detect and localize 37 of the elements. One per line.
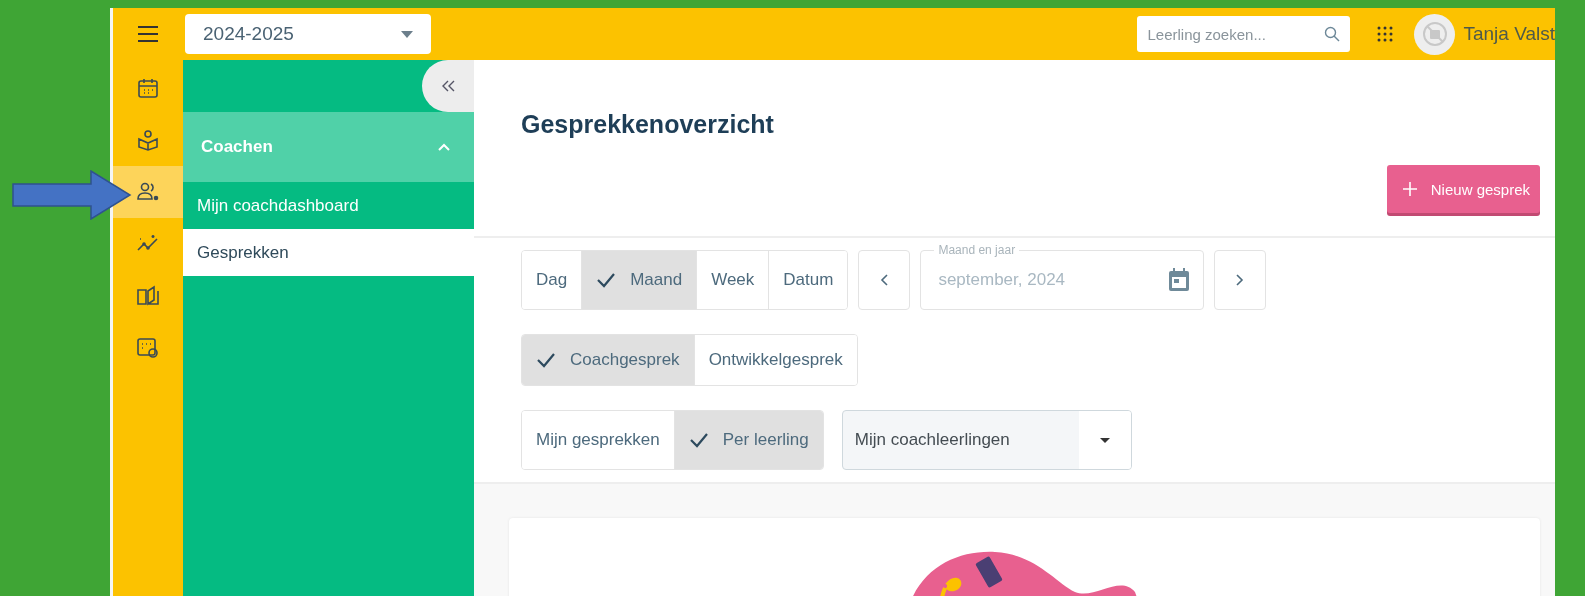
new-conversation-button[interactable]: Nieuw gesprek (1386, 165, 1540, 213)
scope-tab[interactable]: Per leerling (674, 411, 823, 469)
chevron-right-icon (1236, 273, 1245, 286)
check-icon (536, 352, 556, 368)
calendar-icon (137, 77, 159, 99)
check-icon (688, 432, 709, 448)
no-photo-icon (1421, 21, 1448, 47)
user-name[interactable]: Tanja Valst (1463, 23, 1555, 45)
book-icon (136, 285, 160, 307)
chevron-left-icon (880, 273, 889, 286)
collapse-button[interactable] (422, 60, 474, 112)
double-chevron-icon (441, 80, 455, 92)
chevron-icon (438, 143, 450, 151)
caret-icon (401, 30, 413, 38)
people-icon (136, 181, 160, 203)
sidebar-item[interactable]: Gesprekken (183, 229, 474, 276)
period-tab[interactable]: Maand (582, 251, 698, 309)
type-tab[interactable]: Coachgesprek (522, 335, 695, 385)
rail-item[interactable] (113, 166, 183, 218)
student-select[interactable]: Mijn coachleerlingen (841, 410, 1132, 470)
page-title: Gesprekkenoverzicht (521, 110, 775, 139)
scope-tab[interactable]: Mijn gesprekken (522, 411, 675, 469)
search-field[interactable]: Leerling zoeken... (1137, 16, 1351, 52)
dot-grid-icon (1376, 25, 1395, 43)
check-icon (596, 272, 617, 288)
menu-icon (138, 26, 158, 42)
search-icon (1324, 26, 1341, 42)
calendar-icon (1168, 268, 1191, 292)
field-label: Maand en jaar (934, 243, 1020, 257)
caret-icon (1099, 437, 1110, 443)
period-tab[interactable]: Dag (522, 251, 583, 309)
year-select[interactable]: 2024-2025 (185, 14, 431, 54)
person-reading-icon (137, 129, 159, 151)
plus-icon (1402, 182, 1417, 196)
section-title: Coachen (201, 137, 273, 157)
date-value: september, 2024 (938, 270, 1066, 290)
id-card-icon (136, 337, 160, 359)
